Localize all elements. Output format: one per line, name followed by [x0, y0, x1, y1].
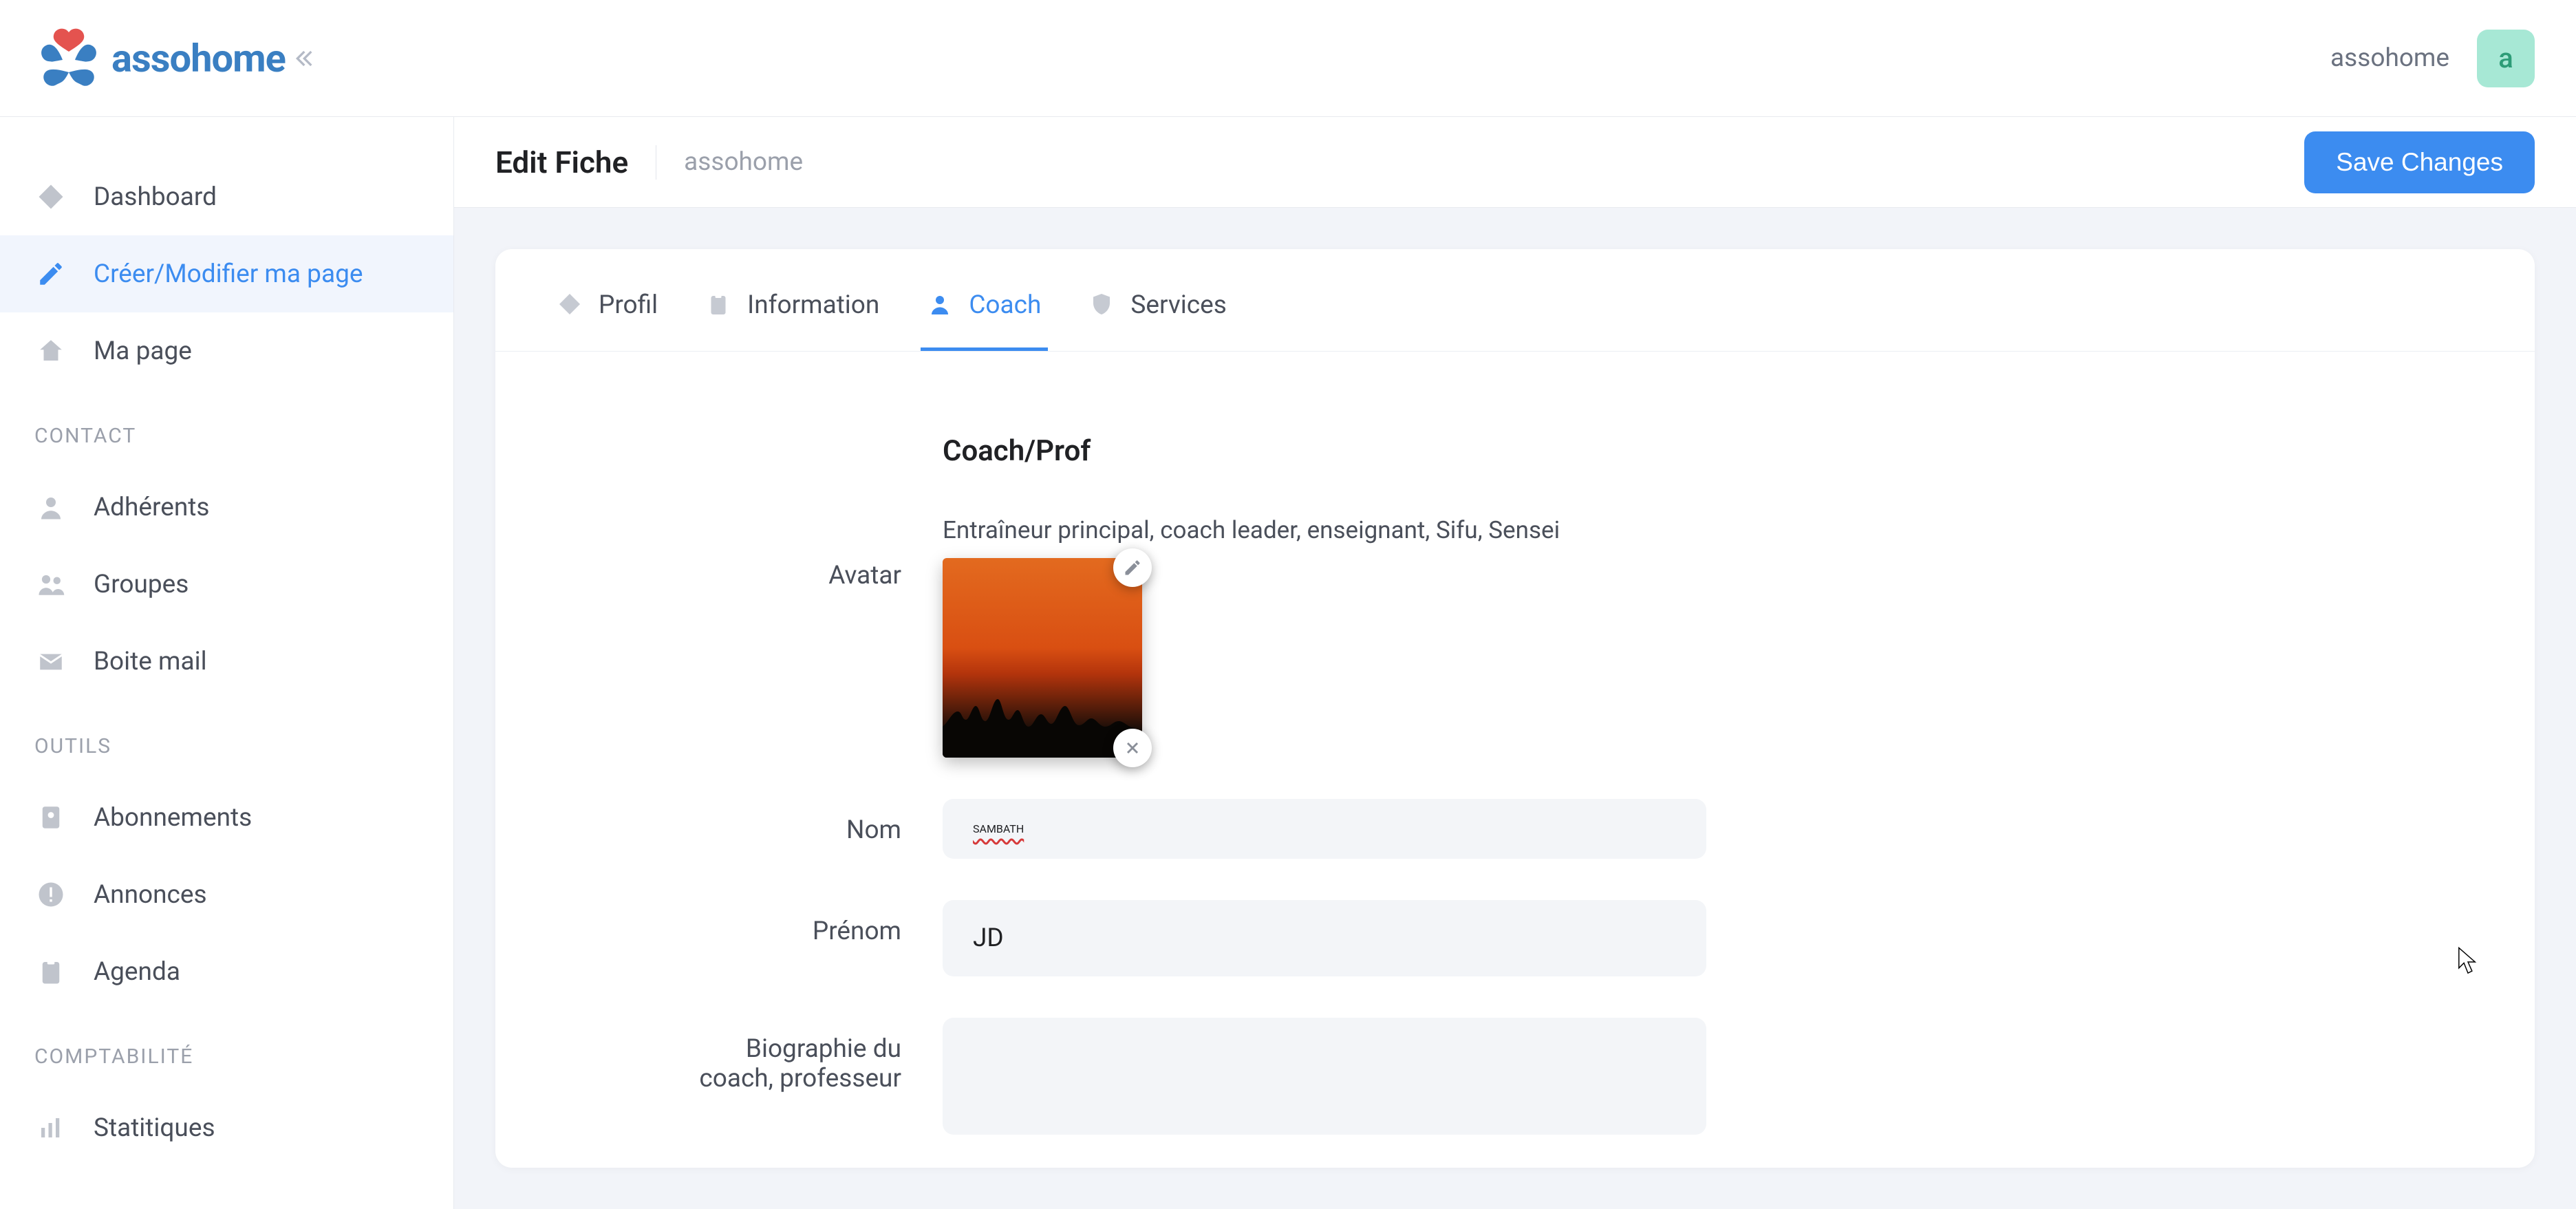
clipboard-icon: [706, 292, 733, 319]
page-subtitle: assohome: [684, 147, 803, 177]
shield-icon: [1089, 292, 1117, 319]
brand-logo[interactable]: assohome: [34, 28, 286, 89]
sidebar-item-groupes[interactable]: Groupes: [0, 546, 453, 623]
sidebar-item-dashboard[interactable]: Dashboard: [0, 158, 453, 235]
sidebar-section-contact: CONTACT: [0, 389, 453, 469]
sidebar-item-adherents[interactable]: Adhérents: [0, 469, 453, 546]
tab-profil[interactable]: Profil: [550, 277, 665, 351]
sidebar-item-label: Adhérents: [94, 493, 209, 522]
sidebar-item-label: Boite mail: [94, 647, 207, 676]
sidebar-item-my-page[interactable]: Ma page: [0, 312, 453, 389]
sidebar-section-outils: OUTILS: [0, 700, 453, 779]
sidebar-collapse-button[interactable]: [286, 42, 319, 75]
field-bio: [943, 1018, 1706, 1137]
label-avatar: Avatar: [681, 558, 943, 590]
home-icon: [34, 334, 67, 367]
avatar-image: [943, 558, 1142, 758]
avatar-preview: [943, 558, 1142, 758]
edit-icon: [34, 257, 67, 290]
field-prenom: [943, 900, 1706, 976]
avatar-edit-button[interactable]: [1113, 548, 1152, 587]
diamond-icon: [557, 292, 585, 319]
tab-coach[interactable]: Coach: [921, 277, 1048, 351]
row-prenom: Prénom: [943, 900, 2140, 976]
sidebar-item-label: Ma page: [94, 336, 192, 366]
sidebar-item-label: Créer/Modifier ma page: [94, 259, 363, 289]
tab-information[interactable]: Information: [699, 277, 886, 351]
brand-mark-icon: [34, 28, 103, 89]
sidebar-item-stats[interactable]: Statitiques: [0, 1089, 453, 1166]
sidebar-item-label: Agenda: [94, 957, 180, 987]
sidebar-item-abonnements[interactable]: Abonnements: [0, 779, 453, 856]
brand-name: assohome: [111, 36, 286, 81]
section-description: Entraîneur principal, coach leader, ense…: [943, 516, 2140, 544]
diamond-icon: [34, 180, 67, 213]
group-icon: [34, 568, 67, 601]
bio-textarea[interactable]: [943, 1018, 1706, 1135]
row-bio: Biographie du coach, professeur: [943, 1018, 2140, 1137]
topbar: assohome assohome a: [0, 0, 2576, 117]
sidebar-item-label: Annonces: [94, 880, 207, 910]
logo-section: assohome: [0, 0, 454, 116]
label-prenom: Prénom: [681, 900, 943, 946]
badge-icon: [34, 801, 67, 834]
tab-content: Coach/Prof Entraîneur principal, coach l…: [495, 352, 2535, 1168]
sidebar-item-label: Dashboard: [94, 182, 217, 212]
tab-label: Coach: [969, 290, 1041, 320]
prenom-input[interactable]: [943, 900, 1706, 976]
coach-form: Coach/Prof Entraîneur principal, coach l…: [943, 434, 2140, 1137]
clipboard-icon: [34, 955, 67, 988]
tabs: Profil Information Coach Services: [495, 249, 2535, 352]
sidebar-item-label: Groupes: [94, 570, 189, 599]
row-avatar: Avatar: [943, 558, 2140, 758]
sidebar-item-label: Abonnements: [94, 803, 252, 833]
save-button[interactable]: Save Changes: [2304, 131, 2535, 193]
alert-icon: [34, 878, 67, 911]
avatar-remove-button[interactable]: [1113, 729, 1152, 767]
sidebar-item-agenda[interactable]: Agenda: [0, 933, 453, 1010]
label-nom: Nom: [681, 799, 943, 845]
label-bio-1: Biographie du: [681, 1034, 901, 1064]
mail-icon: [34, 645, 67, 678]
tab-label: Information: [747, 290, 879, 320]
sidebar-item-annonces[interactable]: Annonces: [0, 856, 453, 933]
account-avatar[interactable]: a: [2477, 30, 2535, 87]
sidebar-item-create-page[interactable]: Créer/Modifier ma page: [0, 235, 453, 312]
sidebar: Dashboard Créer/Modifier ma page Ma page…: [0, 117, 454, 1209]
section-heading: Coach/Prof: [943, 434, 2140, 468]
sidebar-section-compta: COMPTABILITÉ: [0, 1010, 453, 1089]
field-nom: SAMBATH: [943, 799, 1706, 859]
card: Profil Information Coach Services Coach/…: [495, 249, 2535, 1168]
field-avatar: [943, 558, 1706, 758]
page-title: Edit Fiche: [495, 145, 628, 180]
nom-input[interactable]: SAMBATH: [943, 799, 1706, 859]
tab-services[interactable]: Services: [1082, 277, 1233, 351]
sidebar-item-label: Statitiques: [94, 1113, 215, 1143]
tab-label: Profil: [599, 290, 658, 320]
nom-value: SAMBATH: [973, 822, 1024, 835]
page: Edit Fiche assohome Save Changes Profil …: [454, 117, 2576, 1209]
page-header: Edit Fiche assohome Save Changes: [454, 117, 2576, 208]
account-name[interactable]: assohome: [2330, 43, 2449, 73]
person-icon: [34, 491, 67, 524]
tab-label: Services: [1130, 290, 1226, 320]
label-bio-2: coach, professeur: [681, 1064, 901, 1093]
sidebar-item-mail[interactable]: Boite mail: [0, 623, 453, 700]
chart-icon: [34, 1111, 67, 1144]
person-icon: [927, 292, 955, 319]
topbar-right: assohome a: [2330, 30, 2535, 87]
row-nom: Nom SAMBATH: [943, 799, 2140, 859]
